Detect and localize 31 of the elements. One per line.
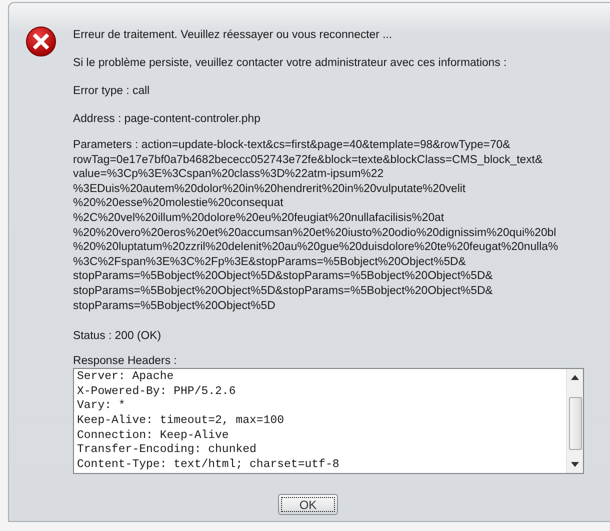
parameters-text: %3C%2Fspan%3E%3C%2Fp%3E&stopParams=%5Bobject%20Object%5D& [73,254,467,270]
detail-text: Si le problème persiste, veuillez contacter votre administrateur avec ces informations : [73,56,508,70]
error-icon [26,26,56,57]
parameters-text: Parameters : action=update-block-text&cs=first&page=40&template=98&rowType=70& [73,138,512,153]
scroll-down-icon[interactable] [571,462,579,468]
parameters-text: rowTag=0e17e7bf0a7b4682bececc052743e72fe&block=texte&blockClass=CMS_block_text& [73,152,544,168]
status-text: Status : 200 (OK) [73,329,162,344]
headers-label: Response Headers : [73,355,178,368]
parameters-text: %2C%20vel%20illum%20dolore%20eu%20feugiat%20nullafacilisis%20at [73,210,446,226]
scroll-up-icon[interactable] [571,375,579,380]
parameters-text: stopParams=%5Bobject%20Object%5D&stopParams=%5Bobject%20Object%5D& [73,269,494,284]
parameters-text: %3EDuis%20autem%20dolor%20in%20hendrerit%20in%20vulputate%20velit [73,182,467,196]
scrollbar[interactable] [566,369,583,474]
parameters-text: stopParams=%5Bobject%20Object%5D&stopParams=%5Bobject%20Object%5D& [73,284,494,299]
header-line: Server: Apache [77,370,175,385]
header-line: X-Powered-By: PHP/5.2.6 [77,384,237,400]
headers-text-area[interactable]: Server: Apache X-Powered-By: PHP/5.2.6 Vary: * Keep-Alive: timeout=2, max=100 Connection: Keep-Alive Transfer-Encoding: chunked Content-Type: text/html; charset=utf-8 [73,368,584,474]
header-line: Transfer-Encoding: chunked [77,443,258,458]
detail-text: Address : page-content-controler.php [73,112,262,126]
detail-text: Error type : call [73,84,151,98]
header-line: Vary: * [77,399,126,414]
parameters-text: %20%20luptatum%20zzril%20delenit%20au%20gue%20duisdolore%20te%20feugat%20nulla% [73,240,560,255]
parameters-text: %20%20esse%20molestie%20consequat [73,196,284,211]
parameters-text: %20%20vero%20eros%20et%20accumsan%20et%20iusto%20odio%20dignissim%20qui%20bl [73,226,558,240]
header-line: Connection: Keep-Alive [77,428,230,444]
parameters-text: stopParams=%5Bobject%20Object%5D [73,298,276,314]
header-line: Content-Type: text/html; charset=utf-8 [77,458,340,472]
parameters-text: value=%3Cp%3E%3Cspan%20class%3D%22atm-ipsum%22 [73,167,385,182]
error-message: Erreur de traitement. Veuillez réessayer ou vous reconnecter ... [73,28,394,42]
ok-button[interactable]: OK [278,494,338,516]
header-line: Keep-Alive: timeout=2, max=100 [77,414,286,428]
